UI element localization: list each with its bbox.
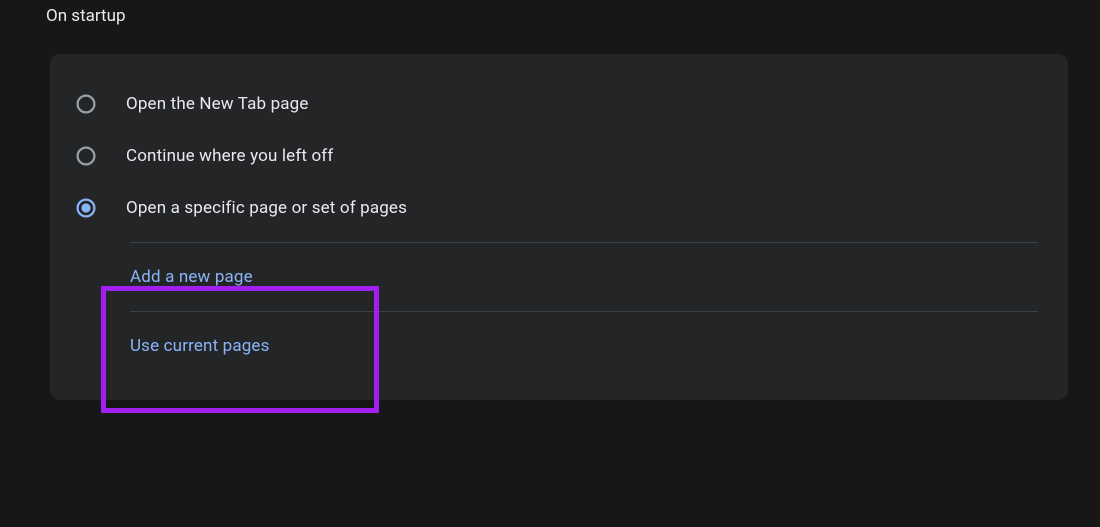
use-current-pages-label: Use current pages [130, 336, 270, 356]
specific-pages-sub-section: Add a new page Use current pages [130, 242, 1038, 380]
startup-card: Open the New Tab page Continue where you… [50, 54, 1068, 400]
radio-option-specific[interactable]: Open a specific page or set of pages [50, 182, 1068, 234]
radio-label-specific: Open a specific page or set of pages [126, 198, 407, 218]
radio-option-new-tab[interactable]: Open the New Tab page [50, 78, 1068, 130]
add-new-page-link[interactable]: Add a new page [130, 243, 1038, 311]
radio-selected-icon [76, 198, 96, 218]
use-current-pages-link[interactable]: Use current pages [130, 312, 1038, 380]
section-title: On startup [46, 6, 1070, 26]
radio-unselected-icon [76, 94, 96, 114]
radio-label-continue: Continue where you left off [126, 146, 333, 166]
radio-unselected-icon [76, 146, 96, 166]
add-new-page-label: Add a new page [130, 267, 253, 287]
radio-option-continue[interactable]: Continue where you left off [50, 130, 1068, 182]
radio-label-new-tab: Open the New Tab page [126, 94, 309, 114]
